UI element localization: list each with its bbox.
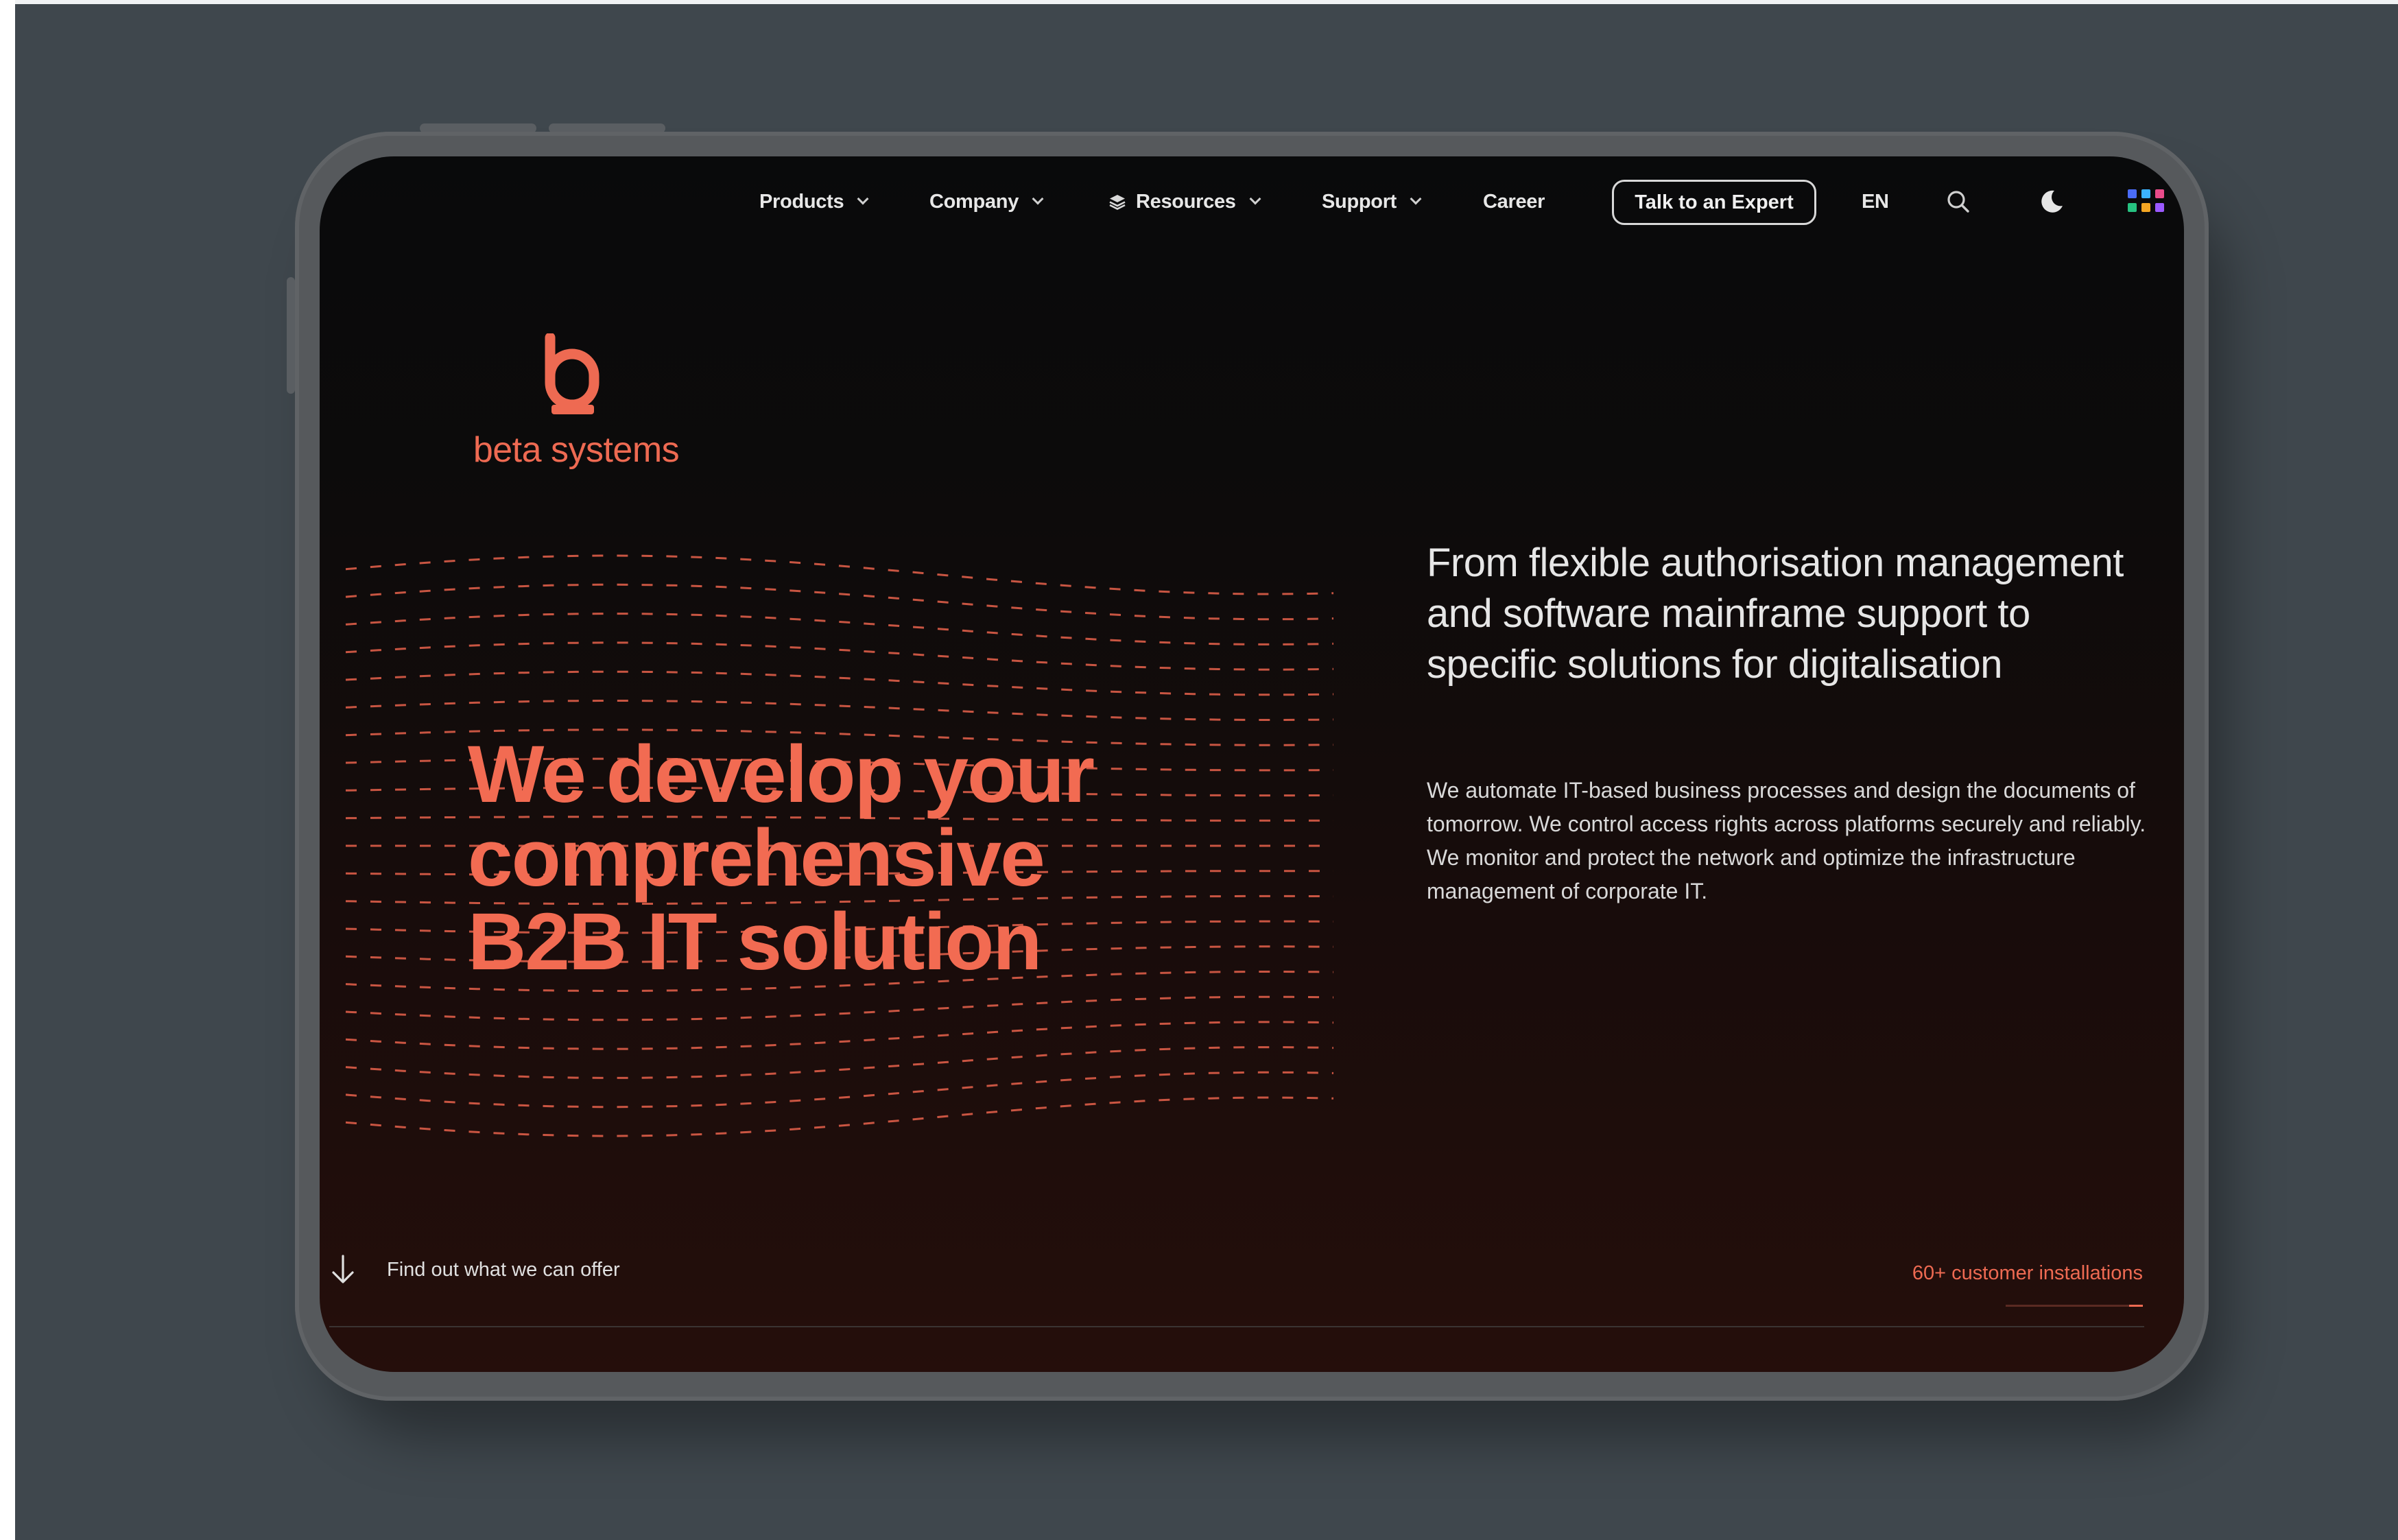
nav-company-label: Company bbox=[929, 190, 1019, 213]
website-screen: Products Company Resources Support Caree… bbox=[320, 156, 2184, 1372]
brand-name: beta systems bbox=[473, 430, 680, 470]
hero-lead-text: From flexible authorisation management a… bbox=[1427, 541, 2124, 687]
dashed-wave-line bbox=[345, 1021, 1334, 1050]
chevron-down-icon bbox=[1249, 193, 1261, 205]
headline-line: B2B IT solution bbox=[468, 897, 1042, 987]
apps-grid-dot bbox=[2128, 203, 2137, 212]
apps-grid-dot bbox=[2155, 189, 2164, 198]
brand-logo[interactable]: beta systems bbox=[466, 333, 686, 471]
nav-resources[interactable]: Resources bbox=[1108, 187, 1261, 217]
dashed-wave-line bbox=[345, 1071, 1334, 1109]
section-divider bbox=[329, 1326, 2144, 1327]
nav-company[interactable]: Company bbox=[929, 187, 1044, 217]
hero-body-text: We automate IT-based business processes … bbox=[1427, 778, 2146, 903]
nav-support-label: Support bbox=[1322, 190, 1397, 213]
talk-to-expert-label: Talk to an Expert bbox=[1635, 191, 1794, 213]
stat-progress-fill bbox=[2129, 1305, 2143, 1307]
language-label: EN bbox=[1862, 190, 1889, 213]
nav-products-label: Products bbox=[759, 190, 844, 213]
device-side-button bbox=[287, 277, 295, 394]
nav-career[interactable]: Career bbox=[1483, 187, 1545, 217]
search-icon[interactable] bbox=[1945, 188, 1972, 215]
layers-icon bbox=[1109, 195, 1126, 210]
apps-grid-dot bbox=[2128, 189, 2137, 198]
scroll-down-link[interactable]: Find out what we can offer bbox=[329, 1254, 620, 1286]
customer-installations-stat: 60+ customer installations bbox=[1912, 1262, 2143, 1284]
dashed-wave-line bbox=[345, 700, 1334, 721]
apps-grid-dot bbox=[2141, 189, 2150, 198]
chevron-down-icon bbox=[1410, 193, 1422, 205]
hero-headline: We develop your comprehensive B2B IT sol… bbox=[468, 729, 1095, 987]
language-switch[interactable]: EN bbox=[1862, 187, 1889, 217]
presentation-background: Products Company Resources Support Caree… bbox=[15, 0, 2398, 1540]
headline-line: We develop your bbox=[468, 729, 1095, 820]
apps-grid-icon[interactable] bbox=[2128, 189, 2169, 217]
scroll-down-label: Find out what we can offer bbox=[387, 1258, 620, 1281]
dashed-wave-line bbox=[345, 583, 1334, 621]
main-navigation: Products Company Resources Support Caree… bbox=[320, 156, 2184, 246]
talk-to-expert-button[interactable]: Talk to an Expert bbox=[1612, 180, 1816, 225]
beta-b-icon bbox=[545, 333, 600, 414]
nav-products[interactable]: Products bbox=[759, 187, 869, 217]
nav-resources-label: Resources bbox=[1136, 190, 1236, 213]
nav-career-label: Career bbox=[1483, 190, 1545, 213]
stat-progress-track bbox=[2006, 1305, 2143, 1307]
chevron-down-icon bbox=[857, 193, 869, 205]
nav-support[interactable]: Support bbox=[1322, 187, 1422, 217]
apps-grid-dot bbox=[2155, 203, 2164, 212]
apps-grid-dot bbox=[2141, 203, 2150, 212]
dashed-wave-line bbox=[345, 995, 1334, 1021]
arrow-down-icon bbox=[332, 1255, 354, 1283]
dashed-wave-line bbox=[345, 641, 1334, 671]
dashed-wave-line bbox=[345, 670, 1334, 696]
moon-icon[interactable] bbox=[2037, 187, 2067, 217]
headline-line: comprehensive bbox=[468, 813, 1045, 903]
chevron-down-icon bbox=[1032, 193, 1044, 205]
